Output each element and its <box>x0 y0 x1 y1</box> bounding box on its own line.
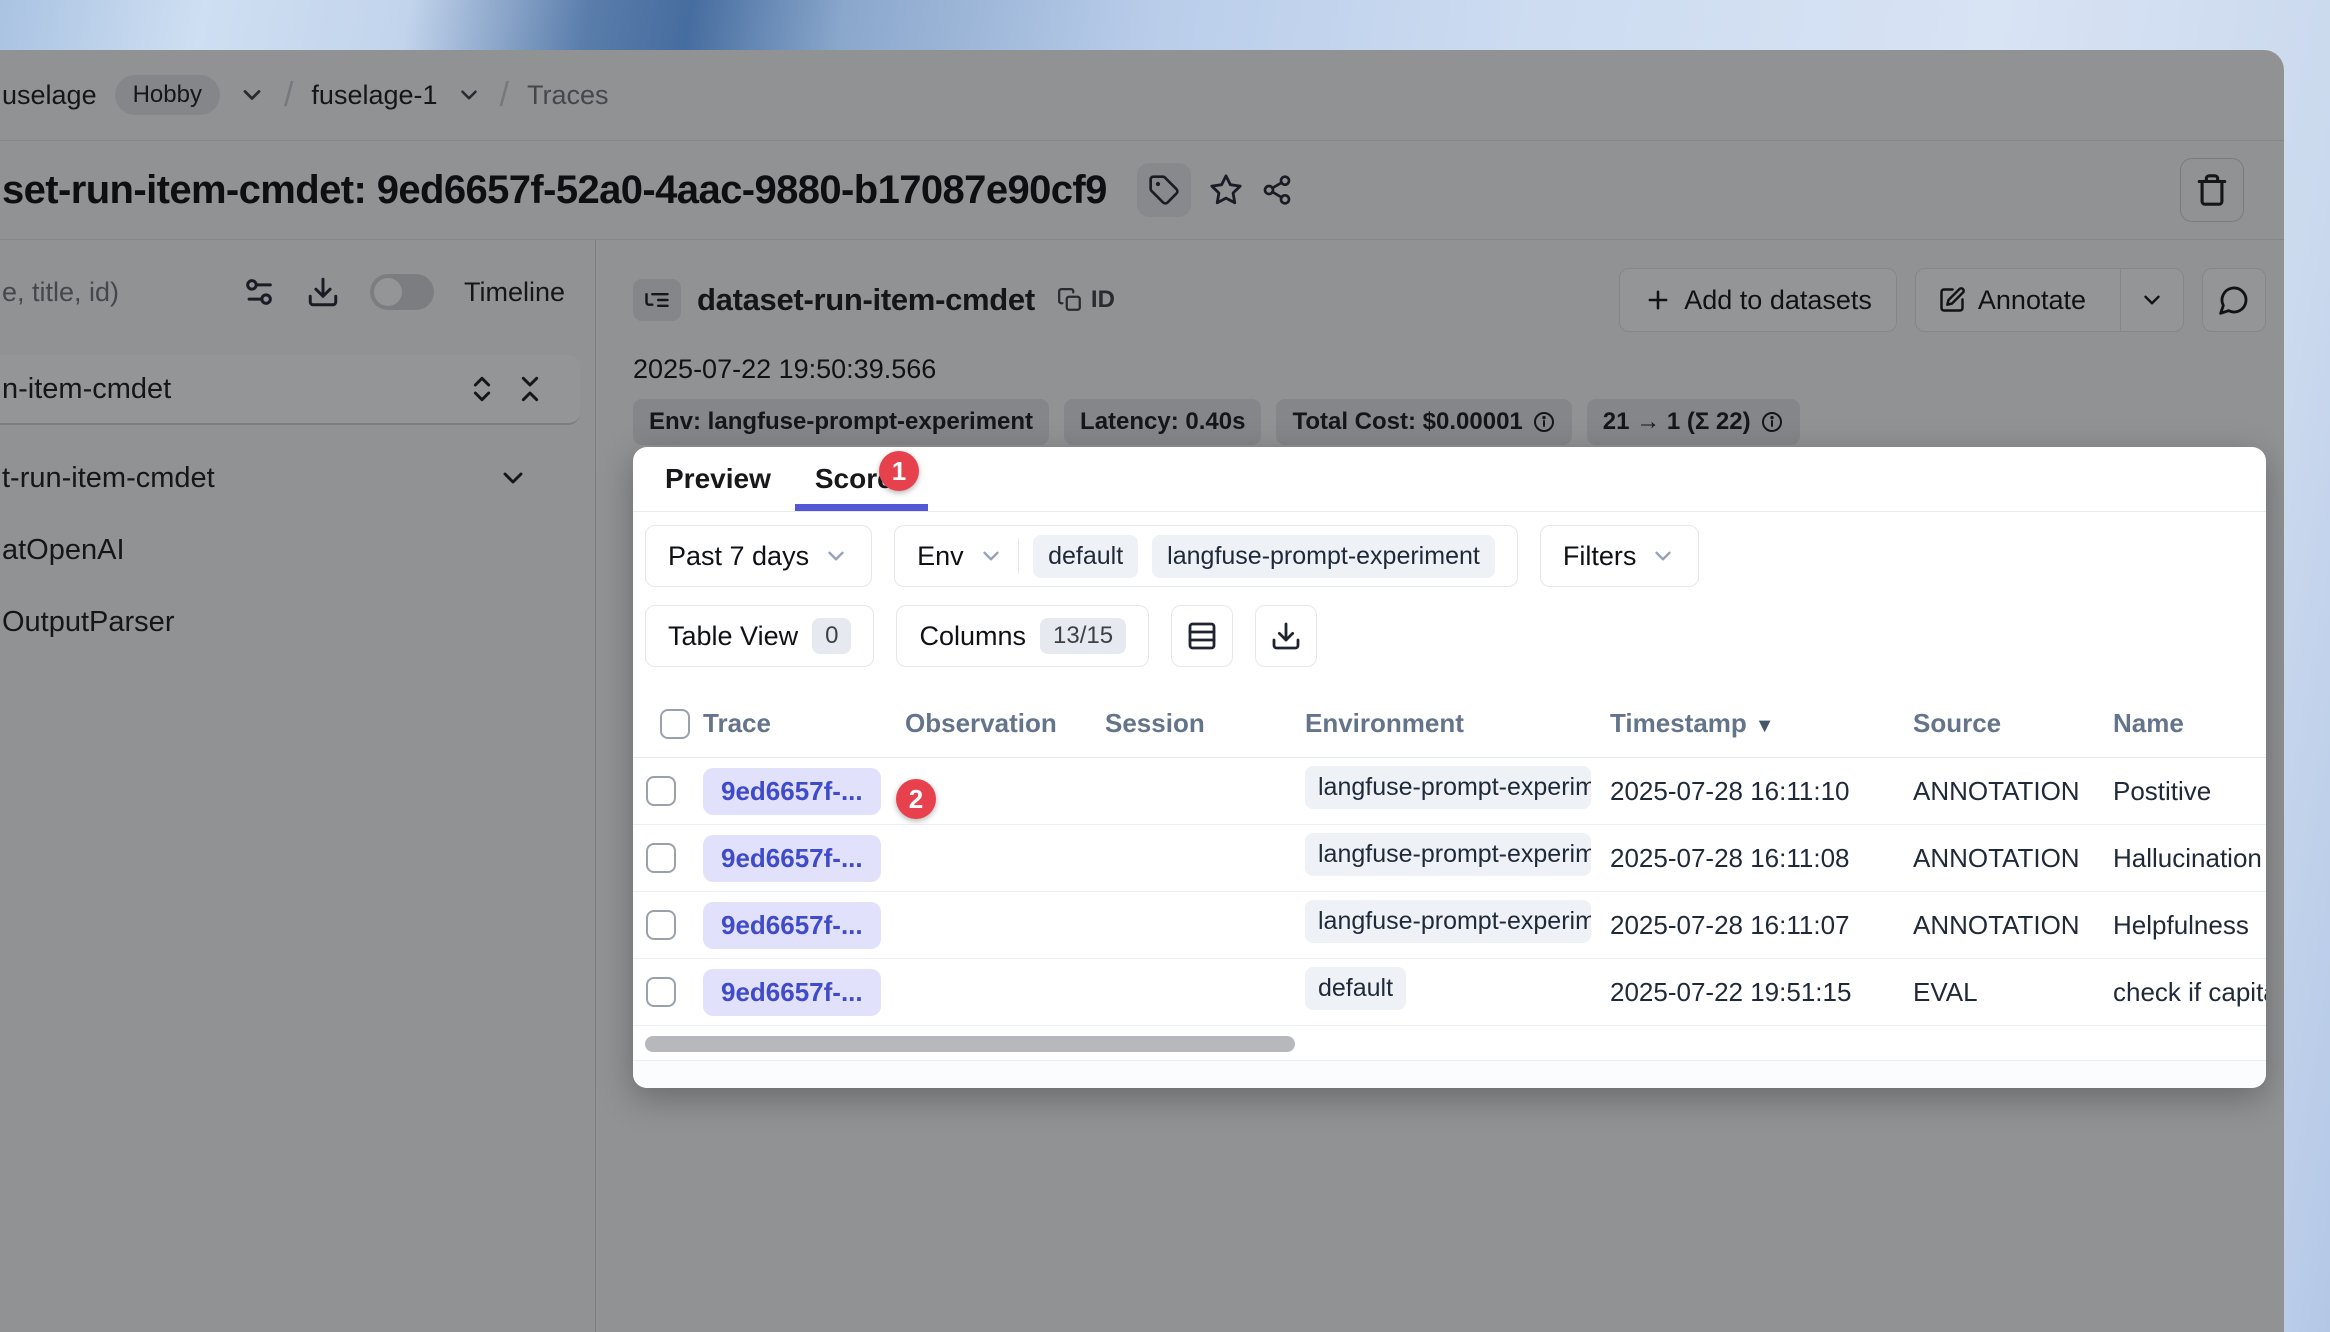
scrollbar-thumb[interactable] <box>645 1036 1295 1052</box>
columns-count: 13/15 <box>1040 618 1126 654</box>
timestamp-cell: 2025-07-28 16:11:10 <box>1596 776 1899 807</box>
table-header-row: Trace Observation Session Environment Ti… <box>633 690 2266 758</box>
table-view-count: 0 <box>812 618 851 654</box>
horizontal-scrollbar[interactable] <box>645 1036 2254 1052</box>
export-button[interactable] <box>1255 605 1317 667</box>
source-cell: EVAL <box>1899 977 2099 1008</box>
table-view-label: Table View <box>668 621 798 652</box>
col-source[interactable]: Source <box>1899 708 2099 739</box>
col-trace[interactable]: Trace <box>689 708 891 739</box>
table-row: 9ed6657f-... langfuse-prompt-experim 202… <box>633 825 2266 892</box>
chevron-down-icon <box>823 543 849 569</box>
rows-icon <box>1186 620 1218 652</box>
card-footer <box>633 1060 2266 1088</box>
source-cell: ANNOTATION <box>1899 776 2099 807</box>
download-icon <box>1270 620 1302 652</box>
env-filter[interactable]: Env default langfuse-prompt-experiment <box>894 525 1518 587</box>
filters-label: Filters <box>1563 541 1637 572</box>
scores-table: Trace Observation Session Environment Ti… <box>633 690 2266 1026</box>
name-cell: Hallucination <box>2099 843 2266 874</box>
row-checkbox[interactable] <box>646 843 676 873</box>
date-range-select[interactable]: Past 7 days <box>645 525 872 587</box>
table-row: 9ed6657f-... langfuse-prompt-experim 202… <box>633 758 2266 825</box>
filters-row: Past 7 days Env default langfuse-prompt-… <box>645 525 2254 587</box>
scores-panel: Preview Scores Past 7 days Env default l… <box>633 447 2266 1088</box>
col-session[interactable]: Session <box>1091 708 1291 739</box>
table-view-button[interactable]: Table View 0 <box>645 605 874 667</box>
table-row: 9ed6657f-... langfuse-prompt-experim 202… <box>633 892 2266 959</box>
source-cell: ANNOTATION <box>1899 910 2099 941</box>
annotation-marker-2: 2 <box>896 779 936 819</box>
name-cell: Postitive <box>2099 776 2266 807</box>
table-controls: Table View 0 Columns 13/15 <box>645 605 2254 667</box>
name-cell: Helpfulness <box>2099 910 2266 941</box>
col-name[interactable]: Name <box>2099 708 2266 739</box>
environment-chip: langfuse-prompt-experim <box>1305 900 1591 943</box>
row-checkbox[interactable] <box>646 977 676 1007</box>
tab-preview[interactable]: Preview <box>643 447 793 511</box>
environment-chip: langfuse-prompt-experim <box>1305 833 1591 876</box>
row-checkbox[interactable] <box>646 776 676 806</box>
col-timestamp[interactable]: Timestamp▼ <box>1596 708 1899 739</box>
chevron-down-icon <box>978 543 1004 569</box>
select-all-checkbox[interactable] <box>660 709 690 739</box>
row-height-button[interactable] <box>1171 605 1233 667</box>
filters-button[interactable]: Filters <box>1540 525 1700 587</box>
row-checkbox[interactable] <box>646 910 676 940</box>
columns-label: Columns <box>919 621 1026 652</box>
source-cell: ANNOTATION <box>1899 843 2099 874</box>
table-row: 9ed6657f-... default 2025-07-22 19:51:15… <box>633 959 2266 1026</box>
name-cell: check if capital <box>2099 977 2266 1008</box>
col-environment[interactable]: Environment <box>1291 708 1596 739</box>
timestamp-cell: 2025-07-28 16:11:07 <box>1596 910 1899 941</box>
env-filter-label: Env <box>917 541 964 572</box>
app-window: uselage Hobby / fuselage-1 / Traces set-… <box>0 50 2284 1332</box>
trace-link[interactable]: 9ed6657f-... <box>703 969 881 1016</box>
chevron-down-icon <box>1650 543 1676 569</box>
env-value-chip: default <box>1033 535 1138 578</box>
timestamp-cell: 2025-07-22 19:51:15 <box>1596 977 1899 1008</box>
panel-tabs: Preview Scores <box>633 447 2266 512</box>
trace-link[interactable]: 9ed6657f-... <box>703 835 881 882</box>
environment-chip: langfuse-prompt-experim <box>1305 766 1591 809</box>
trace-link[interactable]: 9ed6657f-... <box>703 768 881 815</box>
env-value-chip: langfuse-prompt-experiment <box>1152 535 1495 578</box>
col-observation[interactable]: Observation <box>891 708 1091 739</box>
divider <box>1018 538 1020 574</box>
trace-link[interactable]: 9ed6657f-... <box>703 902 881 949</box>
environment-chip: default <box>1305 967 1406 1010</box>
sort-desc-icon: ▼ <box>1755 715 1775 737</box>
columns-button[interactable]: Columns 13/15 <box>896 605 1149 667</box>
date-range-value: Past 7 days <box>668 541 809 572</box>
timestamp-cell: 2025-07-28 16:11:08 <box>1596 843 1899 874</box>
annotation-marker-1: 1 <box>879 451 919 491</box>
